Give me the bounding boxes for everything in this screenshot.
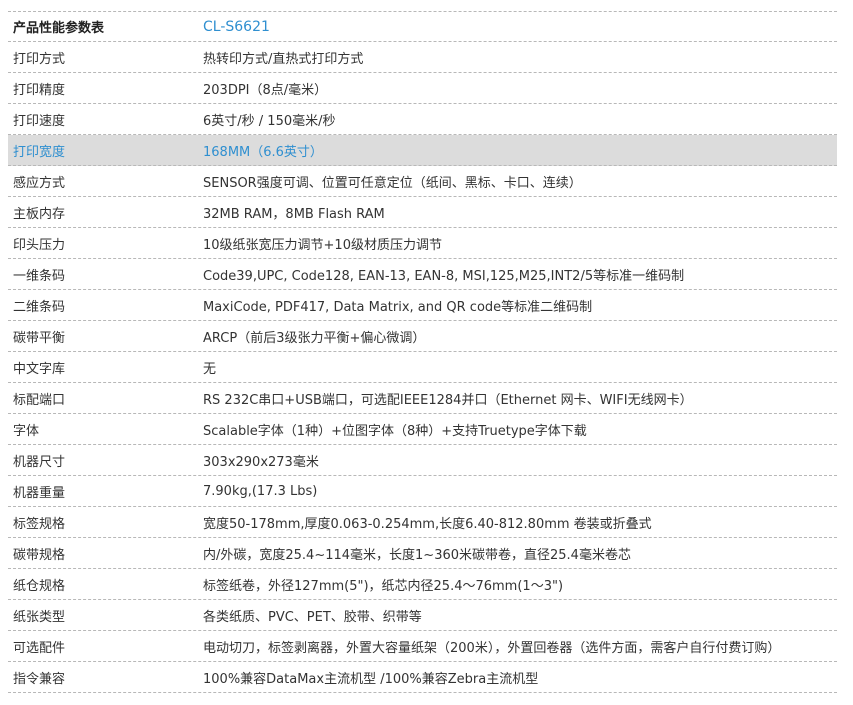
row-label: 二维条码 [13,299,66,315]
spec-table: 产品性能参数表 CL-S6621 打印方式 热转印方式/直热式打印方式 打印精度 2… [8,11,837,693]
row-label: 指令兼容 [13,671,66,687]
row-label: 纸仓规格 [13,578,66,594]
row-value: 7.90kg,(17.3 Lbs) [203,483,318,499]
row-label: 印头压力 [13,237,66,253]
spec-row-resolution: 打印精度 203DPI（8点/毫米） [8,73,837,104]
row-label: 机器尺寸 [13,454,66,470]
row-value: 100%兼容DataMax主流机型 /100%兼容Zebra主流机型 [203,671,539,687]
row-value: 电动切刀，标签剥离器，外置大容量纸架（200米），外置回卷器（选件方面，需客户自… [203,640,781,656]
table-header-row: 产品性能参数表 CL-S6621 [8,11,837,42]
row-label: 碳带平衡 [13,330,66,346]
row-value: 10级纸张宽压力调节+10级材质压力调节 [203,237,442,253]
row-value: Scalable字体（1种）+位图字体（8种）+支持Truetype字体下载 [203,423,587,439]
row-value: 无 [203,361,217,377]
row-value: ARCP（前后3级张力平衡+偏心微调） [203,330,426,346]
row-label: 打印宽度 [13,144,66,160]
row-label: 碳带规格 [13,547,66,563]
row-label: 可选配件 [13,640,66,656]
row-value: 热转印方式/直热式打印方式 [203,51,364,67]
spec-row-1d-barcode: 一维条码 Code39,UPC, Code128, EAN-13, EAN-8, … [8,259,837,290]
row-value: SENSOR强度可调、位置可任意定位（纸间、黑标、卡口、连续） [203,175,582,191]
spec-row-sensor: 感应方式 SENSOR强度可调、位置可任意定位（纸间、黑标、卡口、连续） [8,166,837,197]
row-value: 303x290x273毫米 [203,454,319,470]
spec-row-paper-type: 纸张类型 各类纸质、PVC、PET、胶带、织带等 [8,600,837,631]
row-label: 标配端口 [13,392,66,408]
row-value: 内/外碳，宽度25.4~114毫米，长度1~360米碳带卷，直径25.4毫米卷芯 [203,547,631,563]
spec-row-ribbon-spec: 碳带规格 内/外碳，宽度25.4~114毫米，长度1~360米碳带卷，直径25.4… [8,538,837,569]
row-value: RS 232C串口+USB端口，可选配IEEE1284并口（Ethernet 网… [203,392,693,408]
row-label: 标签规格 [13,516,66,532]
row-label: 纸张类型 [13,609,66,625]
model-name: CL-S6621 [203,18,270,35]
row-label: 主板内存 [13,206,66,222]
row-value: 203DPI（8点/毫米） [203,82,328,98]
spec-row-label-spec: 标签规格 宽度50-178mm,厚度0.063-0.254mm,长度6.40-81… [8,507,837,538]
table-title: 产品性能参数表 [13,21,105,36]
spec-row-memory: 主板内存 32MB RAM，8MB Flash RAM [8,197,837,228]
spec-row-fonts: 字体 Scalable字体（1种）+位图字体（8种）+支持Truetype字体下载 [8,414,837,445]
row-label: 一维条码 [13,268,66,284]
row-value: 标签纸卷，外径127mm(5")，纸芯内径25.4～76mm(1～3") [203,578,564,594]
spec-row-dimensions: 机器尺寸 303x290x273毫米 [8,445,837,476]
spec-row-ports: 标配端口 RS 232C串口+USB端口，可选配IEEE1284并口（Ethern… [8,383,837,414]
spec-row-print-speed: 打印速度 6英寸/秒 / 150毫米/秒 [8,104,837,135]
spec-row-head-pressure: 印头压力 10级纸张宽压力调节+10级材质压力调节 [8,228,837,259]
row-value: 各类纸质、PVC、PET、胶带、织带等 [203,609,422,625]
spec-row-print-method: 打印方式 热转印方式/直热式打印方式 [8,42,837,73]
spec-row-weight: 机器重量 7.90kg,(17.3 Lbs) [8,476,837,507]
row-value: 32MB RAM，8MB Flash RAM [203,206,385,222]
row-value: MaxiCode, PDF417, Data Matrix, and QR co… [203,299,593,315]
spec-row-2d-barcode: 二维条码 MaxiCode, PDF417, Data Matrix, and Q… [8,290,837,321]
spec-row-compatibility: 指令兼容 100%兼容DataMax主流机型 /100%兼容Zebra主流机型 [8,662,837,693]
spec-row-options: 可选配件 电动切刀，标签剥离器，外置大容量纸架（200米），外置回卷器（选件方面，… [8,631,837,662]
row-value: Code39,UPC, Code128, EAN-13, EAN-8, MSI,… [203,268,685,284]
row-value: 6英寸/秒 / 150毫米/秒 [203,113,336,129]
row-value: 宽度50-178mm,厚度0.063-0.254mm,长度6.40-812.80… [203,516,652,532]
row-label: 中文字库 [13,361,66,377]
row-label: 字体 [13,423,40,439]
row-label: 感应方式 [13,175,66,191]
row-label: 机器重量 [13,485,66,501]
row-value: 168MM（6.6英寸） [203,144,323,160]
spec-row-chinese-font: 中文字库 无 [8,352,837,383]
spec-row-paper-bin: 纸仓规格 标签纸卷，外径127mm(5")，纸芯内径25.4～76mm(1～3") [8,569,837,600]
row-label: 打印精度 [13,82,66,98]
spec-row-print-width: 打印宽度 168MM（6.6英寸） [8,135,837,166]
spec-row-ribbon-balance: 碳带平衡 ARCP（前后3级张力平衡+偏心微调） [8,321,837,352]
row-label: 打印方式 [13,51,66,67]
row-label: 打印速度 [13,113,66,129]
